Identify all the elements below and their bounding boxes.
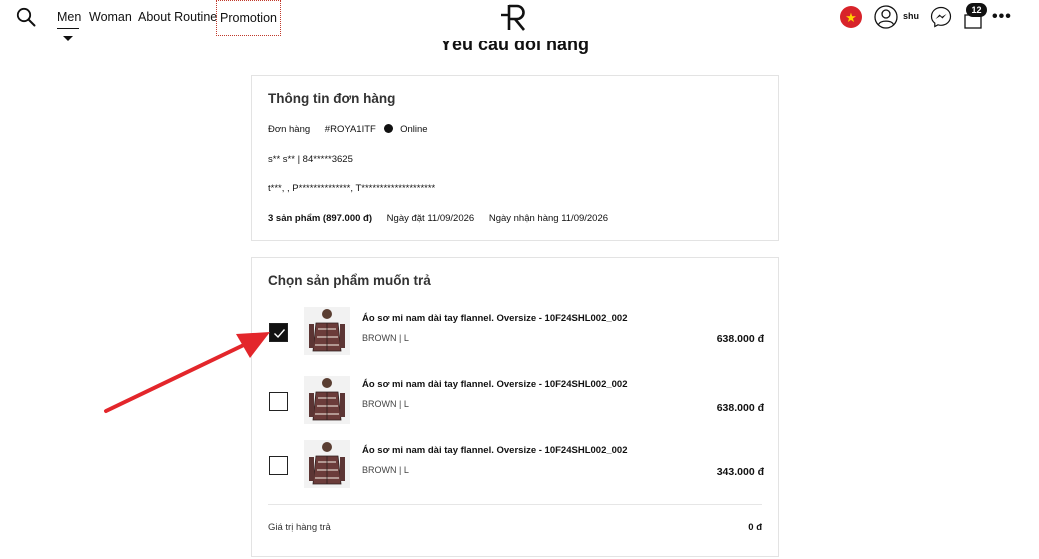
- nav-men-underline: [57, 28, 79, 29]
- product-price: 343.000 đ: [716, 466, 764, 478]
- product-variant: BROWN | L: [362, 333, 409, 343]
- product-variant: BROWN | L: [362, 465, 409, 475]
- return-products-title: Chọn sản phẩm muốn trả: [268, 273, 431, 288]
- more-icon[interactable]: •••: [992, 9, 1012, 25]
- checkmark-icon: [274, 329, 286, 339]
- product-price: 638.000 đ: [716, 402, 764, 414]
- product-checkbox[interactable]: [269, 456, 288, 475]
- product-thumbnail: [304, 307, 350, 355]
- order-line: Đơn hàng #ROYA1ITF Online: [268, 124, 428, 135]
- product-thumbnail: [304, 440, 350, 488]
- order-info-panel: Thông tin đơn hàng Đơn hàng #ROYA1ITF On…: [251, 75, 779, 241]
- user-icon[interactable]: [874, 5, 898, 29]
- customer-address: t***, , P**************, T**************…: [268, 183, 436, 194]
- order-info-title: Thông tin đơn hàng: [268, 91, 396, 106]
- nav-men[interactable]: Men: [57, 9, 81, 25]
- return-value-label: Giá trị hàng trả: [268, 522, 331, 533]
- messenger-icon[interactable]: [930, 6, 952, 28]
- caret-down-icon: [63, 36, 73, 41]
- product-price: 638.000 đ: [716, 333, 764, 345]
- product-thumbnail: [304, 376, 350, 424]
- product-row: Áo sơ mi nam dài tay flannel. Oversize -…: [252, 305, 780, 365]
- divider: [268, 504, 762, 505]
- product-variant: BROWN | L: [362, 399, 409, 409]
- search-icon[interactable]: [16, 7, 36, 27]
- product-checkbox[interactable]: [269, 323, 288, 342]
- product-name: Áo sơ mi nam dài tay flannel. Oversize -…: [362, 313, 628, 324]
- order-label: Đơn hàng: [268, 124, 311, 135]
- product-row: Áo sơ mi nam dài tay flannel. Oversize -…: [252, 374, 780, 434]
- site-header: Men Woman About Routine Promotion ★ shu …: [0, 0, 1039, 41]
- cart-count-badge: 12: [966, 3, 987, 17]
- nav-about-routine[interactable]: About Routine: [138, 9, 217, 25]
- brand-logo[interactable]: [500, 3, 530, 31]
- product-name: Áo sơ mi nam dài tay flannel. Oversize -…: [362, 379, 628, 390]
- customer-contact: s** s** | 84*****3625: [268, 154, 353, 165]
- order-date: Ngày đặt 11/09/2026: [386, 213, 475, 224]
- order-code: #ROYA1ITF: [324, 124, 376, 135]
- user-name[interactable]: shu: [903, 11, 919, 21]
- product-checkbox[interactable]: [269, 392, 288, 411]
- return-products-panel: Chọn sản phẩm muốn trả Áo sơ mi nam dài …: [251, 257, 779, 557]
- online-status-dot: [384, 124, 394, 133]
- order-channel: Online: [400, 124, 428, 135]
- nav-woman[interactable]: Woman: [89, 9, 132, 25]
- vietnam-flag-icon[interactable]: ★: [840, 6, 862, 28]
- receive-date: Ngày nhận hàng 11/09/2026: [488, 213, 609, 224]
- product-row: Áo sơ mi nam dài tay flannel. Oversize -…: [252, 438, 780, 498]
- nav-promotion[interactable]: Promotion: [216, 0, 281, 36]
- return-value: 0 đ: [748, 522, 762, 533]
- order-item-summary: 3 sản phẩm (897.000 đ): [268, 213, 373, 224]
- product-name: Áo sơ mi nam dài tay flannel. Oversize -…: [362, 445, 628, 456]
- order-summary: 3 sản phẩm (897.000 đ) Ngày đặt 11/09/20…: [268, 213, 608, 224]
